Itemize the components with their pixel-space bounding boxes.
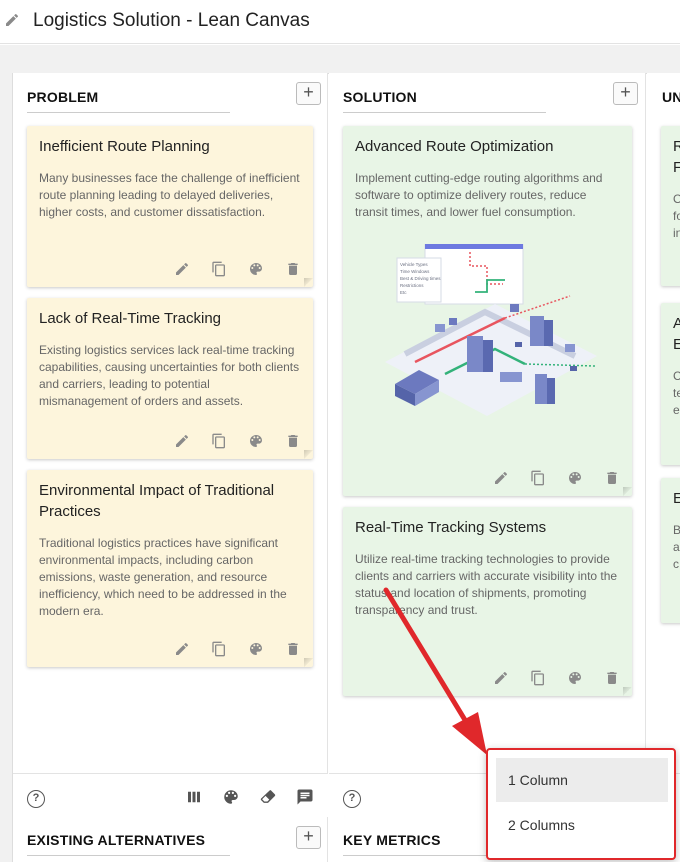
card-environmental-impact[interactable]: Environmental Impact of Traditional Prac… — [27, 470, 313, 667]
copy-icon[interactable] — [211, 641, 227, 657]
illus-menu-item: Vehicle Types — [400, 262, 428, 267]
card-body-line: a — [673, 540, 680, 554]
card-body: Implement cutting-edge routing algorithm… — [355, 171, 603, 219]
column-footer-problem: ? — [13, 773, 328, 816]
card-title-line: R — [673, 138, 680, 155]
card-title-line: A — [673, 315, 680, 332]
card-body-line: O — [673, 192, 680, 206]
pencil-icon[interactable] — [4, 12, 20, 28]
card-body-line: c — [673, 557, 679, 571]
add-card-button[interactable]: + — [296, 826, 321, 849]
dropdown-option-1-column[interactable]: 1 Column — [496, 758, 668, 802]
card-title: Inefficient Route Planning — [39, 138, 210, 155]
illus-menu-item: Time Windows — [400, 269, 430, 274]
card-body-line: te — [673, 386, 680, 400]
card-body-line: e — [673, 403, 680, 417]
edit-icon[interactable] — [174, 433, 190, 449]
illus-menu-item: Restrictions — [400, 283, 424, 288]
edit-icon[interactable] — [493, 470, 509, 486]
card-body: Many businesses face the challenge of in… — [39, 171, 300, 219]
top-bar: Logistics Solution - Lean Canvas — [0, 0, 680, 44]
card-body-line: C — [673, 369, 680, 383]
palette-icon[interactable] — [248, 641, 264, 657]
trash-icon[interactable] — [604, 670, 620, 686]
column-title: PROBLEM — [27, 89, 99, 105]
page-title[interactable]: Logistics Solution - Lean Canvas — [33, 10, 310, 32]
card-title: Advanced Route Optimization — [355, 138, 554, 155]
card-body-line: B — [673, 523, 680, 537]
card-inefficient-route-planning[interactable]: Inefficient Route Planning Many business… — [27, 126, 313, 287]
card-body-line: fo — [673, 209, 680, 223]
palette-icon[interactable] — [567, 670, 583, 686]
column-layout-dropdown: 1 Column 2 Columns — [486, 748, 676, 860]
trash-icon[interactable] — [285, 641, 301, 657]
column-title: KEY METRICS — [343, 832, 441, 848]
card-real-time-tracking-systems[interactable]: Real-Time Tracking Systems Utilize real-… — [343, 507, 632, 696]
help-icon[interactable]: ? — [343, 790, 361, 808]
card-title-line: F — [673, 159, 680, 176]
column-title: SOLUTION — [343, 89, 417, 105]
add-card-button[interactable]: + — [613, 82, 638, 105]
comment-icon[interactable] — [296, 788, 314, 806]
trash-icon[interactable] — [285, 433, 301, 449]
card-body: Utilize real-time tracking technologies … — [355, 552, 618, 617]
card-uvp-1[interactable]: R F O fo in — [661, 126, 680, 286]
copy-icon[interactable] — [211, 433, 227, 449]
card-uvp-2[interactable]: A E C te e — [661, 303, 680, 465]
column-title: UN — [662, 89, 680, 105]
columns-layout-icon[interactable] — [185, 788, 203, 806]
column-title: EXISTING ALTERNATIVES — [27, 832, 206, 848]
column-solution: SOLUTION + Advanced Route Optimization I… — [329, 73, 646, 816]
divider — [27, 112, 230, 113]
column-problem: PROBLEM + Inefficient Route Planning Man… — [13, 73, 328, 816]
copy-icon[interactable] — [530, 670, 546, 686]
divider — [27, 855, 230, 856]
card-advanced-route-optimization[interactable]: Advanced Route Optimization Implement cu… — [343, 126, 632, 496]
card-body: Existing logistics services lack real-ti… — [39, 343, 300, 408]
column-existing-alternatives: EXISTING ALTERNATIVES + — [13, 817, 328, 862]
trash-icon[interactable] — [604, 470, 620, 486]
help-icon[interactable]: ? — [27, 790, 45, 808]
palette-icon[interactable] — [222, 788, 240, 806]
palette-icon[interactable] — [567, 470, 583, 486]
card-title: Lack of Real-Time Tracking — [39, 310, 222, 327]
divider — [343, 112, 546, 113]
palette-icon[interactable] — [248, 261, 264, 277]
trash-icon[interactable] — [285, 261, 301, 277]
card-title-line: E — [673, 490, 680, 507]
copy-icon[interactable] — [530, 470, 546, 486]
column-unique-value-proposition: UN R F O fo in A E C te e E B a c — [647, 73, 680, 816]
card-body-line: in — [673, 226, 680, 240]
palette-icon[interactable] — [248, 433, 264, 449]
edit-icon[interactable] — [493, 670, 509, 686]
edit-icon[interactable] — [174, 261, 190, 277]
edit-icon[interactable] — [174, 641, 190, 657]
card-lack-of-real-time-tracking[interactable]: Lack of Real-Time Tracking Existing logi… — [27, 298, 313, 459]
eraser-icon[interactable] — [259, 788, 277, 806]
card-title: Real-Time Tracking Systems — [355, 519, 547, 536]
illus-menu-item: Best & Driving times — [400, 276, 441, 281]
route-optimization-illustration: Vehicle Types Time Windows Best & Drivin… — [385, 244, 597, 416]
card-body: Traditional logistics practices have sig… — [39, 536, 287, 618]
card-uvp-3[interactable]: E B a c — [661, 478, 680, 623]
card-title-line: E — [673, 336, 680, 353]
illus-menu-item: Etc — [400, 290, 407, 295]
add-card-button[interactable]: + — [296, 82, 321, 105]
dropdown-option-2-columns[interactable]: 2 Columns — [496, 803, 668, 847]
copy-icon[interactable] — [211, 261, 227, 277]
card-title: Environmental Impact of Traditional Prac… — [39, 482, 275, 520]
